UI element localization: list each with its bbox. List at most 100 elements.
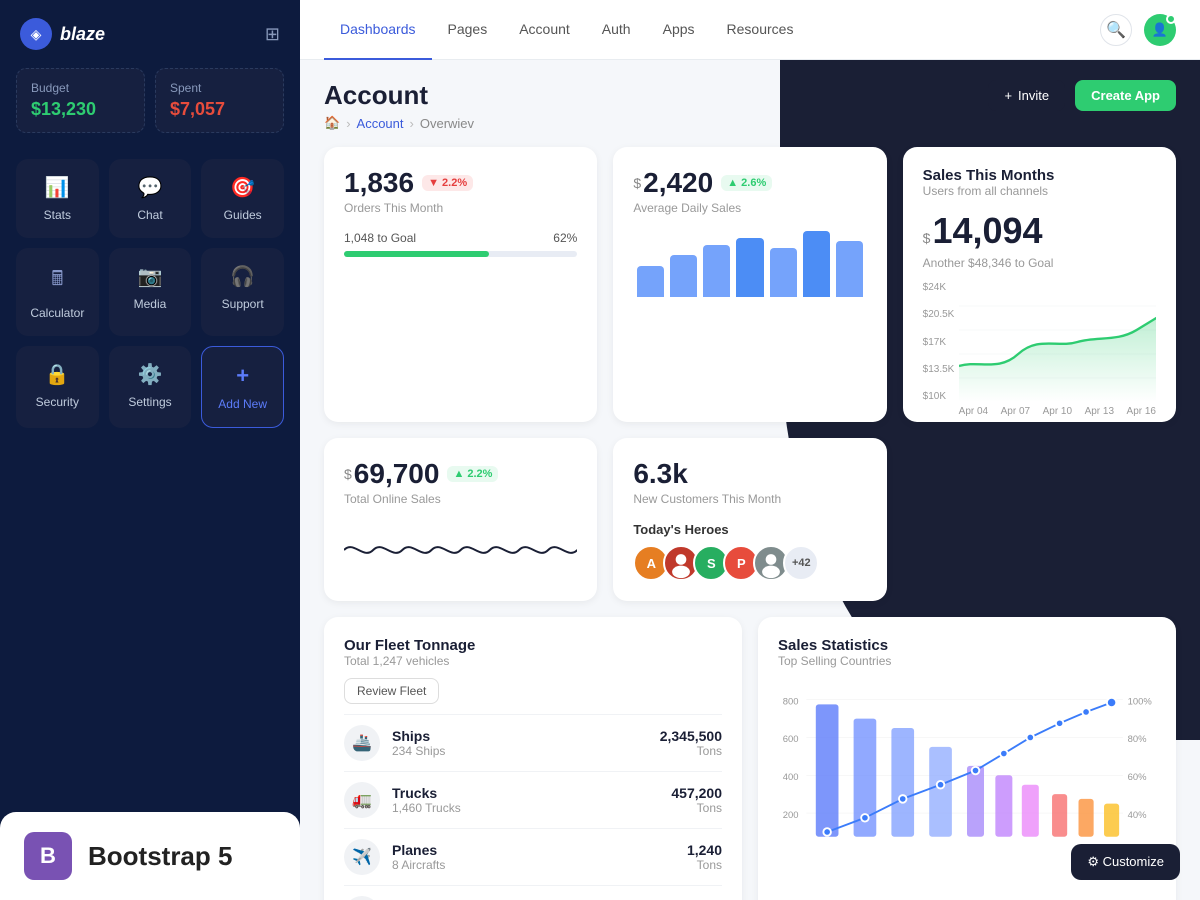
y-label-3: $17K	[923, 337, 955, 348]
spent-label: Spent	[170, 81, 269, 95]
customers-card: 6.3k New Customers This Month Today's He…	[613, 438, 886, 601]
fleet-subtitle: Total 1,247 vehicles	[344, 654, 722, 668]
bootstrap-text: Bootstrap 5	[88, 841, 232, 872]
sidebar-item-settings[interactable]: ⚙️ Settings	[109, 346, 192, 428]
ships-value-sub: Tons	[660, 744, 722, 758]
invite-plus-icon: +	[1004, 88, 1012, 103]
svg-text:80%: 80%	[1128, 734, 1147, 745]
breadcrumb-current: Overwiev	[420, 116, 474, 131]
ships-name-main: Ships	[392, 728, 648, 744]
tab-auth[interactable]: Auth	[586, 0, 647, 60]
sidebar: ◈ blaze ⊞ Budget $13,230 Spent $7,057 📊 …	[0, 0, 300, 900]
breadcrumb-account[interactable]: Account	[357, 116, 404, 131]
online-sales-header: $ 69,700 ▲ 2.2%	[344, 458, 577, 490]
create-app-button[interactable]: Create App	[1075, 80, 1176, 111]
svg-text:100%: 100%	[1128, 696, 1153, 707]
bar-4	[736, 238, 763, 298]
trucks-value-sub: Tons	[671, 801, 722, 815]
orders-badge: ▼ 2.2%	[422, 175, 473, 191]
y-label-5: $10K	[923, 391, 955, 402]
review-fleet-button[interactable]: Review Fleet	[344, 678, 439, 704]
sidebar-item-security[interactable]: 🔒 Security	[16, 346, 99, 428]
planes-icon: ✈️	[344, 839, 380, 875]
avatar[interactable]: 👤	[1144, 14, 1176, 46]
breadcrumb-home[interactable]: 🏠	[324, 115, 340, 131]
sidebar-item-guides[interactable]: 🎯 Guides	[201, 159, 284, 238]
tab-dashboards[interactable]: Dashboards	[324, 0, 432, 60]
hero-avatar-count: +42	[783, 545, 819, 581]
progress-label-row: 1,048 to Goal 62%	[344, 231, 577, 245]
page-title: Account	[324, 80, 474, 111]
svg-text:400: 400	[783, 772, 799, 783]
content-area: Account 🏠 › Account › Overwiev + Invite …	[300, 60, 1200, 900]
x-label-4: Apr 13	[1085, 406, 1114, 417]
daily-currency: $	[633, 175, 641, 191]
sidebar-item-chat[interactable]: 💬 Chat	[109, 159, 192, 238]
fleet-row-trucks: 🚛 Trucks 1,460 Trucks 457,200 Tons	[344, 771, 722, 828]
sales-month-card: Sales This Months Users from all channel…	[903, 147, 1176, 422]
online-sales-label: Total Online Sales	[344, 492, 577, 506]
online-currency: $	[344, 466, 352, 482]
daily-sales-badge: ▲ 2.6%	[721, 175, 772, 191]
guides-label: Guides	[224, 208, 262, 222]
sales-month-title: Sales This Months	[923, 167, 1156, 184]
avatar-online-dot	[1166, 14, 1176, 24]
spacer	[903, 438, 1176, 601]
settings-label: Settings	[128, 395, 171, 409]
budget-value: $13,230	[31, 99, 130, 120]
wavy-svg	[344, 520, 577, 580]
sidebar-item-stats[interactable]: 📊 Stats	[16, 159, 99, 238]
chart-y-labels: $24K $20.5K $17K $13.5K $10K	[923, 282, 955, 402]
bootstrap-logo-icon: B	[24, 832, 72, 880]
calculator-icon: 🖩	[51, 264, 63, 298]
page-actions: + Invite Create App	[988, 80, 1176, 111]
progress-pct: 62%	[553, 231, 577, 245]
tab-account[interactable]: Account	[503, 0, 586, 60]
spent-card: Spent $7,057	[155, 68, 284, 133]
chat-label: Chat	[137, 208, 162, 222]
search-icon[interactable]: 🔍	[1100, 14, 1132, 46]
trucks-name-main: Trucks	[392, 785, 659, 801]
planes-name: Planes 8 Aircrafts	[392, 842, 675, 872]
customers-label: New Customers This Month	[633, 492, 866, 506]
ships-value-main: 2,345,500	[660, 728, 722, 744]
nav-grid: 📊 Stats 💬 Chat 🎯 Guides 🖩 Calculator 📷 M…	[0, 149, 300, 438]
breadcrumb: 🏠 › Account › Overwiev	[324, 115, 474, 131]
orders-progress: 1,048 to Goal 62%	[344, 231, 577, 257]
sidebar-item-media[interactable]: 📷 Media	[109, 248, 192, 336]
online-sales-value: 69,700	[354, 458, 440, 490]
x-label-1: Apr 04	[959, 406, 988, 417]
x-label-5: Apr 16	[1127, 406, 1156, 417]
page-header-left: Account 🏠 › Account › Overwiev	[324, 80, 474, 131]
heroes-section: Today's Heroes A S P +42	[633, 522, 866, 581]
security-icon: 🔒	[45, 362, 70, 387]
invite-label: Invite	[1018, 88, 1049, 103]
tab-pages[interactable]: Pages	[432, 0, 504, 60]
online-sales-card: $ 69,700 ▲ 2.2% Total Online Sales	[324, 438, 597, 601]
sales-month-value: 14,094	[932, 210, 1042, 252]
menu-icon[interactable]: ⊞	[265, 24, 280, 45]
daily-sales-header: $ 2,420 ▲ 2.6%	[633, 167, 866, 199]
ships-name: Ships 234 Ships	[392, 728, 648, 758]
tab-resources[interactable]: Resources	[711, 0, 810, 60]
tab-apps[interactable]: Apps	[647, 0, 711, 60]
sidebar-item-add-new[interactable]: + Add New	[201, 346, 284, 428]
planes-value-sub: Tons	[687, 858, 722, 872]
x-label-3: Apr 10	[1043, 406, 1072, 417]
customize-button[interactable]: ⚙ Customize	[1071, 844, 1180, 880]
sidebar-item-support[interactable]: 🎧 Support	[201, 248, 284, 336]
sidebar-item-calculator[interactable]: 🖩 Calculator	[16, 248, 99, 336]
daily-sales-card: $ 2,420 ▲ 2.6% Average Daily Sales	[613, 147, 886, 422]
planes-value: 1,240 Tons	[687, 842, 722, 872]
bottom-grid: Our Fleet Tonnage Total 1,247 vehicles R…	[324, 617, 1176, 900]
trucks-name: Trucks 1,460 Trucks	[392, 785, 659, 815]
chat-icon: 💬	[138, 175, 163, 200]
invite-button[interactable]: + Invite	[988, 80, 1065, 111]
trains-icon: 🚂	[344, 896, 380, 900]
settings-icon: ⚙️	[138, 362, 163, 387]
logo-text: blaze	[60, 24, 105, 45]
sales-month-goal: Another $48,346 to Goal	[923, 256, 1156, 270]
support-label: Support	[222, 297, 264, 311]
sidebar-header: ◈ blaze ⊞	[0, 0, 300, 68]
fleet-row-ships: 🚢 Ships 234 Ships 2,345,500 Tons	[344, 714, 722, 771]
